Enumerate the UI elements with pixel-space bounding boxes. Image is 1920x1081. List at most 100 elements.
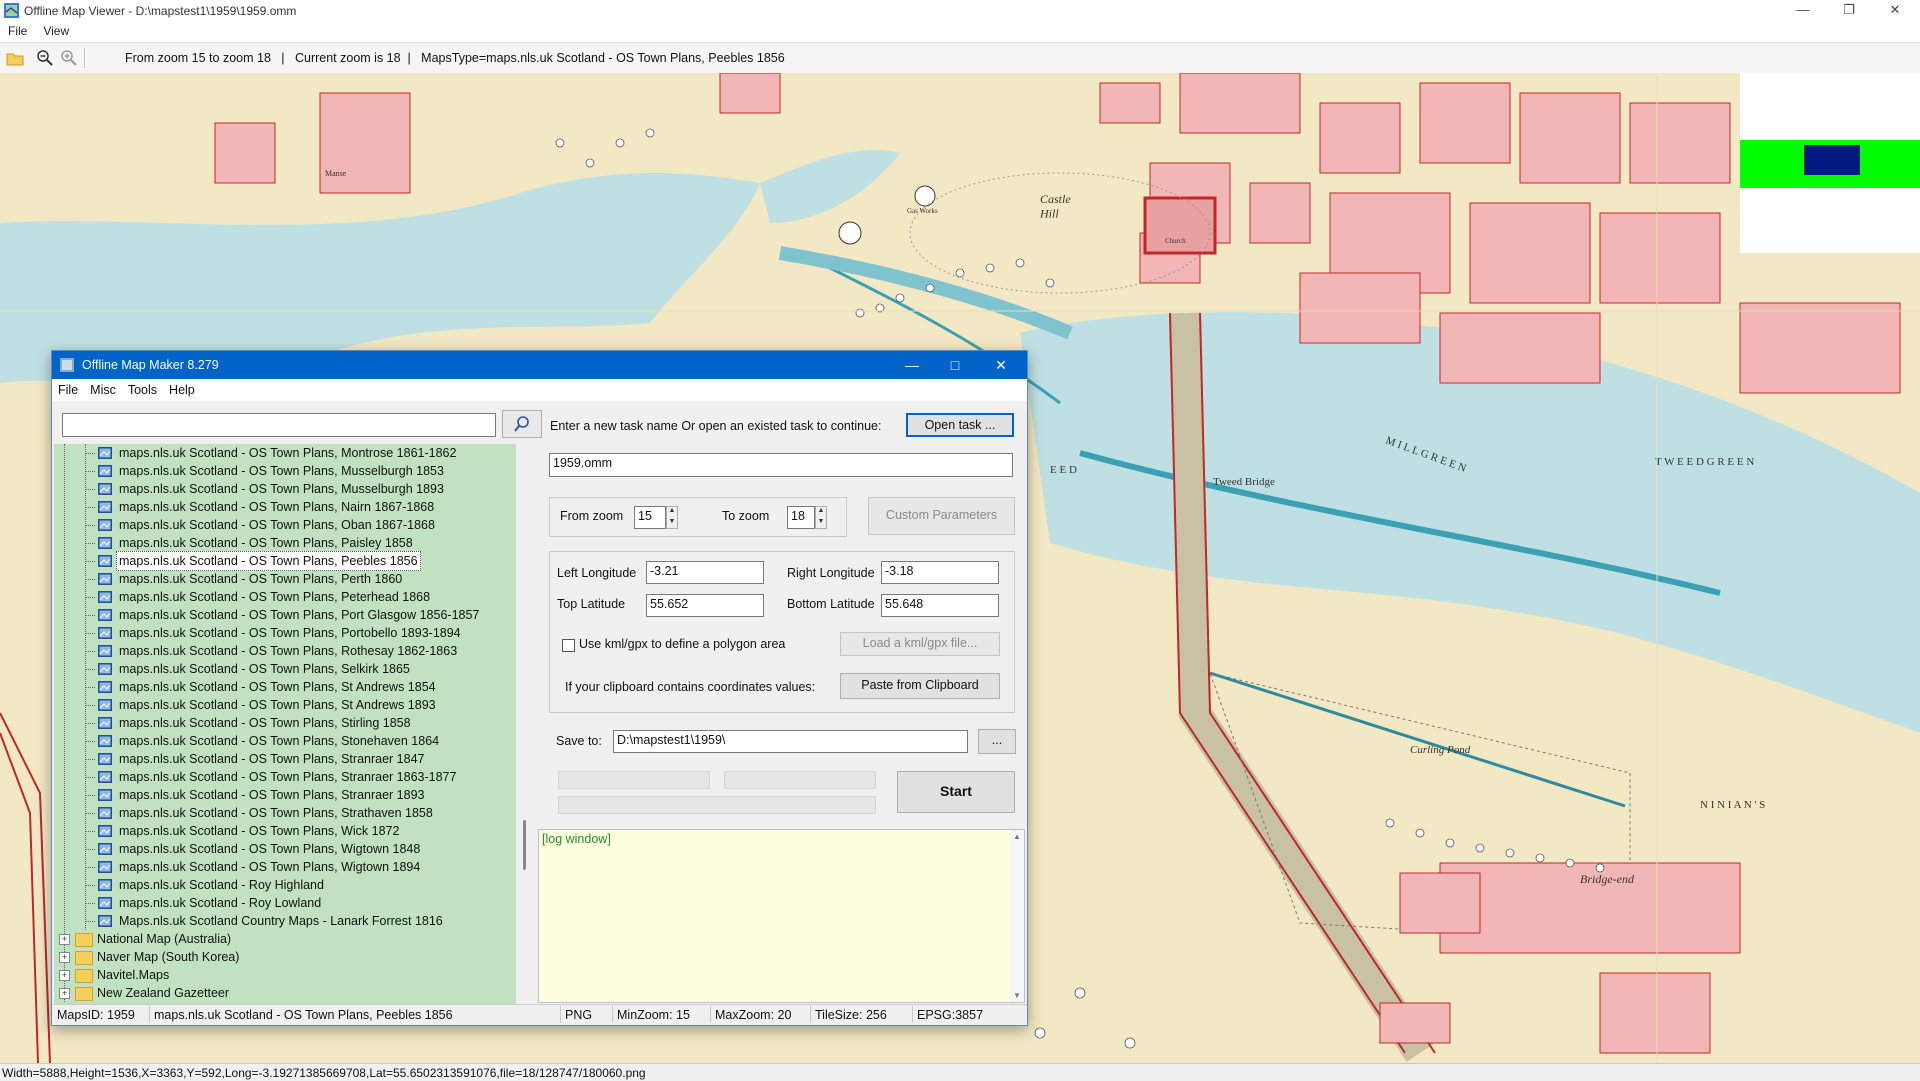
dialog-menu-misc[interactable]: Misc (84, 379, 122, 397)
open-task-button[interactable]: Open task ... (906, 413, 1014, 437)
right-longitude-label: Right Longitude (787, 566, 875, 580)
scroll-down-icon[interactable]: ▼ (1010, 991, 1024, 1000)
tree-connector-line (85, 867, 95, 868)
tree-item[interactable]: Maps.nls.uk Scotland Country Maps - Lana… (54, 912, 516, 930)
tree-item[interactable]: maps.nls.uk Scotland - OS Town Plans, Ro… (54, 642, 516, 660)
tree-item[interactable]: maps.nls.uk Scotland - OS Town Plans, Pe… (54, 588, 516, 606)
map-layer-icon (98, 843, 112, 855)
top-latitude-label: Top Latitude (557, 597, 626, 611)
tree-item[interactable]: maps.nls.uk Scotland - OS Town Plans, St… (54, 786, 516, 804)
paste-from-clipboard-button[interactable]: Paste from Clipboard (840, 673, 1000, 699)
load-kml-button[interactable]: Load a kml/gpx file... (840, 632, 1000, 656)
tree-folder[interactable]: + New Zealand Gazetteer (54, 984, 516, 1002)
tree-item[interactable]: maps.nls.uk Scotland - OS Town Plans, Po… (54, 624, 516, 642)
tree-item[interactable]: maps.nls.uk Scotland - OS Town Plans, St… (54, 696, 516, 714)
dialog-menu-tools[interactable]: Tools (122, 379, 163, 397)
bottom-latitude-input[interactable]: 55.648 (881, 594, 999, 617)
map-maker-dialog: Offline Map Maker 8.279 — □ ✕ File Misc To… (51, 350, 1028, 1026)
tree-item[interactable]: maps.nls.uk Scotland - Roy Lowland (54, 894, 516, 912)
dialog-minimize-button[interactable]: — (895, 354, 929, 376)
expand-icon[interactable]: + (59, 952, 70, 963)
tree-item[interactable]: maps.nls.uk Scotland - OS Town Plans, Ob… (54, 516, 516, 534)
tree-item-label: maps.nls.uk Scotland - OS Town Plans, Na… (119, 500, 435, 514)
tree-connector-line (85, 615, 95, 616)
tree-item[interactable]: maps.nls.uk Scotland - OS Town Plans, Wi… (54, 822, 516, 840)
dialog-close-button[interactable]: ✕ (984, 354, 1018, 376)
tree-item[interactable]: maps.nls.uk Scotland - OS Town Plans, St… (54, 732, 516, 750)
tree-item-label: maps.nls.uk Scotland - OS Town Plans, St… (119, 806, 433, 820)
tree-item[interactable]: maps.nls.uk Scotland - OS Town Plans, St… (54, 768, 516, 786)
tree-item[interactable]: maps.nls.uk Scotland - OS Town Plans, Wi… (54, 858, 516, 876)
tree-connector-line (85, 651, 95, 652)
browse-button[interactable]: ... (978, 729, 1016, 754)
tree-item[interactable]: maps.nls.uk Scotland - OS Town Plans, Pa… (54, 534, 516, 552)
custom-parameters-button[interactable]: Custom Parameters (868, 497, 1015, 535)
save-to-input[interactable]: D:\mapstest1\1959\ (613, 730, 968, 753)
tree-folder[interactable]: + Navitel.Maps (54, 966, 516, 984)
tree-item[interactable]: maps.nls.uk Scotland - OS Town Plans, Se… (54, 660, 516, 678)
tree-scrollbar-thumb[interactable] (523, 820, 526, 870)
expand-icon[interactable]: + (59, 934, 70, 945)
menu-file[interactable]: File (0, 22, 35, 38)
zoom-out-icon[interactable] (36, 49, 54, 67)
open-folder-icon[interactable] (6, 49, 24, 67)
tree-item[interactable]: maps.nls.uk Scotland - OS Town Plans, Po… (54, 606, 516, 624)
restore-button[interactable]: ❐ (1826, 0, 1872, 22)
start-button[interactable]: Start (897, 771, 1015, 813)
tree-item[interactable]: maps.nls.uk Scotland - OS Town Plans, Pe… (54, 570, 516, 588)
tree-connector-line (85, 471, 95, 472)
tree-scrollbar[interactable] (518, 444, 532, 1004)
tree-folder[interactable]: + Naver Map (South Korea) (54, 948, 516, 966)
use-kml-checkbox[interactable] (562, 639, 575, 652)
tree-item[interactable]: maps.nls.uk Scotland - OS Town Plans, Wi… (54, 840, 516, 858)
tree-item[interactable]: maps.nls.uk Scotland - Roy Highland (54, 876, 516, 894)
log-window[interactable]: [log window] ▲ ▼ (538, 829, 1025, 1003)
left-longitude-input[interactable]: -3.21 (646, 561, 764, 584)
minimize-button[interactable]: — (1780, 0, 1826, 22)
menu-view[interactable]: View (35, 22, 77, 38)
tree-item[interactable]: maps.nls.uk Scotland - OS Town Plans, Na… (54, 498, 516, 516)
log-scrollbar[interactable]: ▲ ▼ (1010, 830, 1024, 1002)
close-button[interactable]: ✕ (1872, 0, 1918, 22)
map-layer-icon (98, 483, 112, 495)
tree-item[interactable]: maps.nls.uk Scotland - OS Town Plans, St… (54, 714, 516, 732)
map-layer-icon (98, 897, 112, 909)
dialog-menu-help[interactable]: Help (163, 379, 201, 397)
tree-connector-line (85, 795, 95, 796)
tree-item[interactable]: maps.nls.uk Scotland - OS Town Plans, Mu… (54, 462, 516, 480)
tree-connector-line (85, 885, 95, 886)
expand-icon[interactable]: + (59, 970, 70, 981)
expand-icon[interactable]: + (59, 988, 70, 999)
tree-connector-line (85, 597, 95, 598)
maps-tree[interactable]: maps.nls.uk Scotland - OS Town Plans, Mo… (54, 444, 516, 1004)
from-zoom-spinner[interactable]: ▲ ▼ (666, 506, 678, 529)
dialog-maximize-button[interactable]: □ (938, 354, 972, 376)
tree-item[interactable]: maps.nls.uk Scotland - OS Town Plans, St… (54, 804, 516, 822)
search-button[interactable] (502, 410, 542, 438)
viewer-status-text: Width=5888,Height=1536,X=3363,Y=592,Long… (2, 1066, 646, 1080)
overview-indicator[interactable] (1740, 140, 1920, 188)
tree-item-label: maps.nls.uk Scotland - OS Town Plans, Ro… (119, 644, 458, 658)
to-zoom-input[interactable]: 18 (787, 506, 815, 529)
task-name-input[interactable]: 1959.omm (549, 453, 1013, 477)
from-zoom-input[interactable]: 15 (634, 506, 666, 529)
tree-item[interactable]: maps.nls.uk Scotland - OS Town Plans, Mo… (54, 444, 516, 462)
right-longitude-input[interactable]: -3.18 (881, 561, 999, 584)
tree-item-label: maps.nls.uk Scotland - OS Town Plans, Po… (119, 626, 461, 640)
status-max-zoom: MaxZoom: 20 (715, 1008, 792, 1022)
map-layer-icon (98, 627, 112, 639)
tree-item[interactable]: maps.nls.uk Scotland - OS Town Plans, Mu… (54, 480, 516, 498)
tree-item-label: maps.nls.uk Scotland - OS Town Plans, Pa… (119, 536, 413, 550)
dialog-menu-file[interactable]: File (52, 379, 84, 397)
tree-folder[interactable]: + National Map (Australia) (54, 930, 516, 948)
top-latitude-input[interactable]: 55.652 (646, 594, 764, 617)
tree-item-label: Maps.nls.uk Scotland Country Maps - Lana… (119, 914, 443, 928)
map-search-input[interactable] (62, 413, 496, 437)
tree-item[interactable]: maps.nls.uk Scotland - OS Town Plans, St… (54, 750, 516, 768)
scroll-up-icon[interactable]: ▲ (1010, 832, 1024, 841)
map-layer-icon (98, 447, 112, 459)
to-zoom-spinner[interactable]: ▲ ▼ (815, 506, 827, 529)
tree-item[interactable]: maps.nls.uk Scotland - OS Town Plans, St… (54, 678, 516, 696)
tree-item[interactable]: maps.nls.uk Scotland - OS Town Plans, Pe… (54, 551, 516, 571)
zoom-in-icon[interactable] (60, 49, 78, 67)
